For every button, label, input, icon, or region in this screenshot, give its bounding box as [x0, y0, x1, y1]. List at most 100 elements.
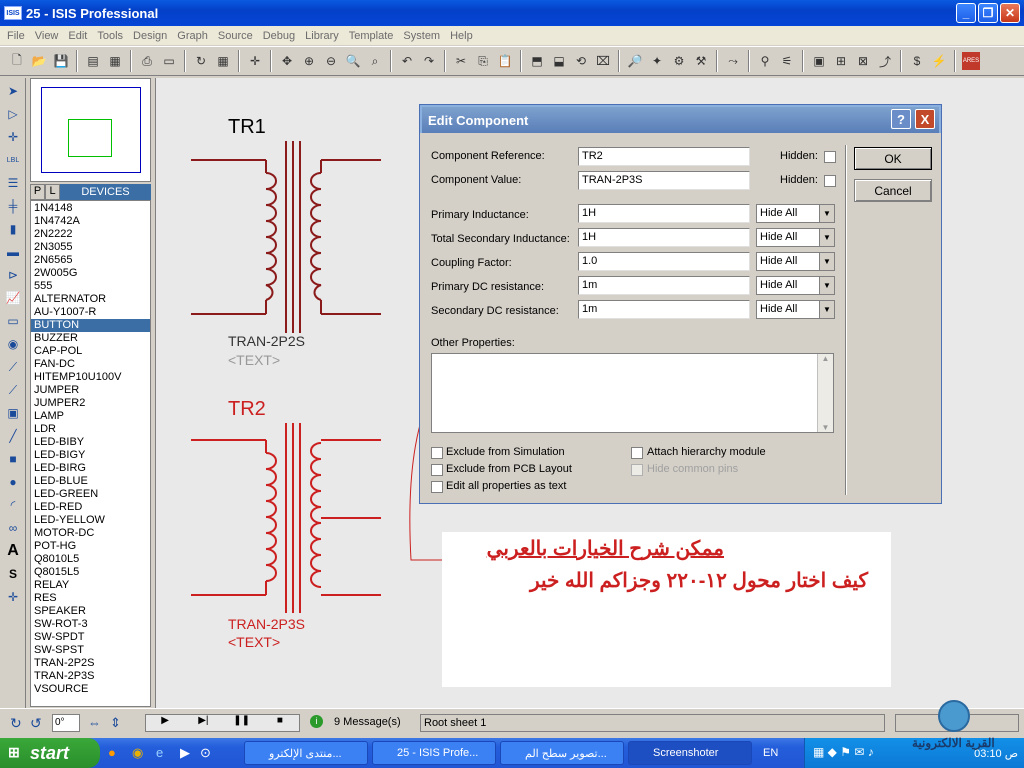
device-item[interactable]: JUMPER2: [31, 397, 150, 410]
stop-icon[interactable]: ■: [261, 715, 299, 731]
component-reference-input[interactable]: TR2: [578, 147, 750, 166]
undo-icon[interactable]: ↶: [398, 52, 416, 70]
add-sheet-icon[interactable]: ⊞: [832, 52, 850, 70]
device-item[interactable]: MOTOR-DC: [31, 527, 150, 540]
import-icon[interactable]: ▤: [84, 52, 102, 70]
task-screenshot-folder[interactable]: تصوير سطح الم...: [500, 741, 624, 765]
restore-button[interactable]: ❐: [978, 3, 998, 23]
overview-window[interactable]: [30, 78, 151, 182]
search-tag-icon[interactable]: ⚲: [756, 52, 774, 70]
menu-tools[interactable]: Tools: [92, 30, 128, 42]
graph-icon[interactable]: 📈: [3, 288, 23, 308]
task-isis[interactable]: 25 - ISIS Profe...: [372, 741, 496, 765]
package-tool-icon[interactable]: ⚙: [670, 52, 688, 70]
device-item[interactable]: POT-HG: [31, 540, 150, 553]
save-icon[interactable]: 💾: [52, 52, 70, 70]
menu-library[interactable]: Library: [300, 30, 344, 42]
copy-icon[interactable]: ⎘: [474, 52, 492, 70]
arc-icon[interactable]: ◜: [3, 495, 23, 515]
start-button[interactable]: ⊞ start: [0, 738, 100, 768]
reference-hidden-checkbox[interactable]: [824, 151, 836, 163]
device-item[interactable]: HITEMP10U100V: [31, 371, 150, 384]
primary-inductance-input[interactable]: 1H: [578, 204, 750, 223]
device-item[interactable]: LED-BIRG: [31, 462, 150, 475]
task-screenshoter[interactable]: Screenshoter: [628, 741, 752, 765]
cancel-button[interactable]: Cancel: [854, 179, 932, 202]
new-file-icon[interactable]: 🗋: [8, 52, 26, 70]
print-area-icon[interactable]: ▭: [160, 52, 178, 70]
pause-icon[interactable]: ❚❚: [223, 715, 261, 731]
rotate-anticlockwise-icon[interactable]: ↺: [30, 715, 42, 732]
attach-hierarchy-checkbox[interactable]: [631, 447, 643, 459]
device-item[interactable]: LED-BLUE: [31, 475, 150, 488]
tray-icons[interactable]: ▦ ◆ ⚑ ✉ ♪: [813, 745, 874, 759]
bus-icon[interactable]: ╪: [3, 196, 23, 216]
pick-device-icon[interactable]: 🔎: [626, 52, 644, 70]
line-icon[interactable]: ╱: [3, 426, 23, 446]
ares-icon[interactable]: ARES: [962, 52, 980, 70]
device-item[interactable]: LED-GREEN: [31, 488, 150, 501]
box-icon[interactable]: ■: [3, 449, 23, 469]
device-item[interactable]: LED-BIBY: [31, 436, 150, 449]
electrical-check-icon[interactable]: ⚡: [930, 52, 948, 70]
terminal-icon[interactable]: ▬: [3, 242, 23, 262]
selection-mode-icon[interactable]: ➤: [3, 81, 23, 101]
device-item[interactable]: SW-SPDT: [31, 631, 150, 644]
open-folder-icon[interactable]: 📂: [30, 52, 48, 70]
bill-of-materials-icon[interactable]: $: [908, 52, 926, 70]
menu-file[interactable]: File: [2, 30, 30, 42]
language-indicator[interactable]: EN: [763, 747, 778, 759]
export-icon[interactable]: ▦: [106, 52, 124, 70]
device-item[interactable]: 555: [31, 280, 150, 293]
exit-parent-icon[interactable]: ⤴: [876, 52, 894, 70]
device-item[interactable]: JUMPER: [31, 384, 150, 397]
decompose-icon[interactable]: ⚒: [692, 52, 710, 70]
cut-icon[interactable]: ✂: [452, 52, 470, 70]
virtual-instrument-icon[interactable]: ▣: [3, 403, 23, 423]
device-item[interactable]: CAP-POL: [31, 345, 150, 358]
block-rotate-icon[interactable]: ⟲: [572, 52, 590, 70]
device-item[interactable]: 2N6565: [31, 254, 150, 267]
textarea-scrollbar[interactable]: ▲ ▼: [817, 354, 833, 432]
device-item[interactable]: LED-YELLOW: [31, 514, 150, 527]
rotation-angle-input[interactable]: 0°: [52, 714, 80, 732]
menu-debug[interactable]: Debug: [258, 30, 300, 42]
rotate-clockwise-icon[interactable]: ↻: [10, 715, 22, 732]
primary-dc-resistance-visibility-select[interactable]: Hide All ▼: [756, 276, 835, 295]
current-probe-icon[interactable]: ⟋: [3, 380, 23, 400]
close-window-button[interactable]: ✕: [1000, 3, 1020, 23]
coupling-factor-visibility-select[interactable]: Hide All ▼: [756, 252, 835, 271]
path-icon[interactable]: ∞: [3, 518, 23, 538]
component-mode-icon[interactable]: ▷: [3, 104, 23, 124]
menu-design[interactable]: Design: [128, 30, 172, 42]
block-move-icon[interactable]: ⬓: [550, 52, 568, 70]
exclude-simulation-checkbox[interactable]: [431, 447, 443, 459]
menu-system[interactable]: System: [398, 30, 445, 42]
wire-autorouter-icon[interactable]: ⤳: [724, 52, 742, 70]
redo-icon[interactable]: ↷: [420, 52, 438, 70]
menu-view[interactable]: View: [30, 30, 64, 42]
device-item[interactable]: FAN-DC: [31, 358, 150, 371]
device-item[interactable]: BUZZER: [31, 332, 150, 345]
device-item[interactable]: TRAN-2P2S: [31, 657, 150, 670]
pin-icon[interactable]: ⊳: [3, 265, 23, 285]
voltage-probe-icon[interactable]: ⟋: [3, 357, 23, 377]
block-delete-icon[interactable]: ⌧: [594, 52, 612, 70]
refresh-icon[interactable]: ↻: [192, 52, 210, 70]
device-list[interactable]: 1N4148 1N4742A 2N2222 2N3055 2N6565 2W005G 555…: [30, 200, 151, 707]
pick-devices-button[interactable]: P: [30, 184, 45, 200]
zoom-area-icon[interactable]: ⌕: [366, 52, 384, 70]
device-item[interactable]: LED-RED: [31, 501, 150, 514]
device-item[interactable]: SPEAKER: [31, 605, 150, 618]
circle-icon[interactable]: ●: [3, 472, 23, 492]
device-item[interactable]: Q8010L5: [31, 553, 150, 566]
media-player-icon[interactable]: ▶: [180, 745, 190, 761]
symbol-icon[interactable]: S: [3, 564, 23, 584]
secondary-dc-resistance-input[interactable]: 1m: [578, 300, 750, 319]
coupling-factor-input[interactable]: 1.0: [578, 252, 750, 271]
marker-icon[interactable]: ✛: [3, 587, 23, 607]
menu-edit[interactable]: Edit: [63, 30, 92, 42]
primary-dc-resistance-input[interactable]: 1m: [578, 276, 750, 295]
library-manager-button[interactable]: L: [45, 184, 60, 200]
print-icon[interactable]: ⎙: [138, 52, 156, 70]
